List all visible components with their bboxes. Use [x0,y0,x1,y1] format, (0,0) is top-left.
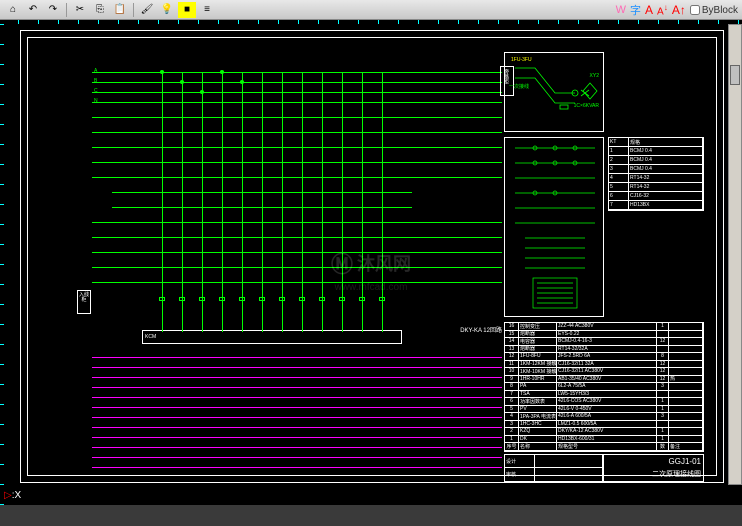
tool-cut-icon[interactable]: ✂ [71,2,89,18]
coil-icon [159,297,165,301]
title-block: GGJ1-01 二次原理接线图 设计 审核 [504,454,704,482]
table-row: 91HR-10HRAB1-35/40 AC380V12热 [505,376,703,384]
table-row: 41PA-3PA 电流表42L6-A 600/5A3 [505,413,703,421]
dky-label: DKY-KA 12回路 [460,325,502,334]
parts-list-table: 16控制变压JZZ-44 AC380V115熔断器EYS-0.2214电容器BC… [504,322,704,452]
bus-b-label: B [94,78,97,84]
table-row: 序号名称规格型号数备注 [505,443,703,451]
a1-button[interactable]: A↑ [672,3,686,17]
tool-undo-icon[interactable]: ↶ [24,2,42,18]
top-toolbar: ⌂ ↶ ↷ ✂ ⎘ 📋 🖌 💡 ■ ≡ W 字 A A↓ A↑ ByBlock [0,0,742,20]
a-small-button[interactable]: A↓ [657,2,668,17]
input-terminal-label: 入线柜 [78,293,90,303]
drawing-title: 二次原理接线图 [652,469,701,479]
mini-schematic-2 [504,137,604,317]
bus-line-c [92,92,502,93]
right-panel: 1FU-3FU 一次接线 XY2 1C×6KVAR [504,52,704,482]
tool-color-icon[interactable]: ■ [178,2,196,18]
mini-schematic-1: 1FU-3FU 一次接线 XY2 1C×6KVAR [504,52,604,132]
scroll-thumb[interactable] [730,65,740,85]
toolbar-right: W 字 A A↓ A↑ ByBlock [616,2,738,18]
bus-a-label: A [94,68,97,74]
bus-line-n [92,102,502,103]
table-row: 14电容器BCMJ-0.4-16-312 [505,338,703,346]
main-schematic: KCM [42,52,512,482]
kcm-terminal-strip: KCM [142,330,402,344]
ruler-vertical [0,24,4,505]
char-button[interactable]: 字 [630,2,641,18]
bus-n-label: N [94,98,98,104]
table-kt: KT规格 1BCMJ 0.42BCMJ 0.43BCMJ 0.44RT14-32… [608,137,704,211]
tool-brush-icon[interactable]: 🖌 [138,2,156,18]
a-large-button[interactable]: A [645,3,653,17]
ruler-horizontal [18,20,742,24]
command-line[interactable]: ▷ :X [4,487,21,503]
bus-line-a [92,72,502,73]
table-row: 7TSALW5-15YH3/3 [505,391,703,399]
table-row: 1DKHD13BX-600/311 [505,436,703,444]
bus-line-b [92,82,502,83]
table-row: 31HC-3HCLMZ1-0.5 600/5A [505,421,703,429]
table-row: 13熔断器RT14-32/32A [505,346,703,354]
tool-paste-icon[interactable]: 📋 [111,2,129,18]
tool-redo-icon[interactable]: ↷ [44,2,62,18]
tool-home-icon[interactable]: ⌂ [4,2,22,18]
word-button[interactable]: W [616,4,626,16]
tool-bulb-icon[interactable]: 💡 [158,2,176,18]
table-row: 2KZQDKY/KA-12 AC380V1 [505,428,703,436]
cad-canvas[interactable]: KCM [0,20,742,505]
table-row: 8PA6L2-A 75/5A3 [505,383,703,391]
table-row: 111KM-12KM 接触器CJ16-32/11 32A12 [505,361,703,369]
input-terminal-box: 入线柜 [77,290,91,314]
scrollbar-vertical[interactable] [728,24,742,485]
watermark: Ⓜ沐风网 [331,247,411,279]
table-row: 5PV42L6-V 0-450V1 [505,406,703,414]
drawing-number: GGJ1-01 [669,457,701,466]
tool-copy-icon[interactable]: ⎘ [91,2,109,18]
kcm-label: KCM [145,334,156,340]
command-prompt: :X [12,490,21,501]
byblock-checkbox[interactable]: ByBlock [690,5,738,16]
table-row: 15熔断器EYS-0.22 [505,331,703,339]
table-row: 101KM-10KM 接触器CJ16-32/11 AC380V12 [505,368,703,376]
tool-layer-icon[interactable]: ≡ [198,2,216,18]
bus-c-label: C [94,88,98,94]
watermark-brand: 沐风网 [357,250,411,276]
byblock-label: ByBlock [702,5,738,16]
table-row: 121FU-8FUJFS-2.5RD 6A8 [505,353,703,361]
table-row: 6功率因数表42L6-COS AC380V1 [505,398,703,406]
cursor-icon: ▷ [4,490,12,501]
table-row: 16控制变压JZZ-44 AC380V1 [505,323,703,331]
watermark-url: www.mfcad.com [335,282,408,293]
